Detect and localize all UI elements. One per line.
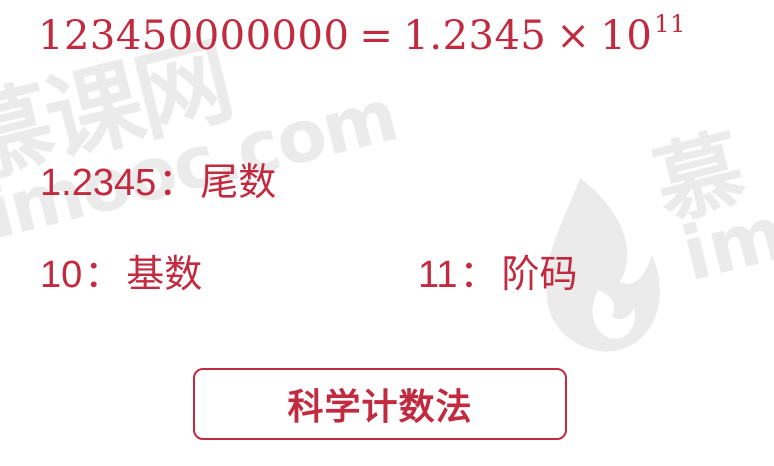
equation-mantissa: 1.2345 — [403, 13, 547, 59]
slide-canvas: 慕课网 imooc.com 慕 im 123450000000 = 1.2345 × 1… — [0, 0, 774, 466]
term-mantissa-separator: ： — [158, 162, 197, 204]
term-base: 10： 基数 — [40, 252, 202, 298]
equation-exponent: 11 — [654, 10, 686, 38]
term-exponent-separator: ： — [459, 254, 498, 296]
term-mantissa-label: 尾数 — [200, 162, 277, 204]
term-base-label: 基数 — [126, 254, 203, 296]
equation-base: 10 — [600, 13, 653, 59]
equation-number: 123450000000 — [38, 13, 350, 59]
scientific-notation-equation: 123450000000 = 1.2345 × 1011 — [38, 6, 686, 71]
watermark-url-fragment: im — [673, 189, 774, 299]
term-mantissa: 1.2345： 尾数 — [40, 160, 276, 206]
times-sign: × — [556, 13, 591, 59]
term-exponent-value: 11 — [418, 254, 458, 296]
scientific-notation-button[interactable]: 科学计数法 — [193, 368, 567, 440]
term-exponent-label: 阶码 — [501, 254, 578, 296]
term-base-value: 10 — [40, 254, 83, 296]
watermark-right: 慕 im — [640, 81, 774, 314]
equals-sign: = — [359, 13, 394, 59]
watermark-brand-char: 慕 — [644, 117, 755, 239]
term-base-separator: ： — [84, 254, 123, 296]
term-exponent: 11： 阶码 — [418, 252, 577, 298]
term-mantissa-value: 1.2345 — [40, 162, 157, 204]
